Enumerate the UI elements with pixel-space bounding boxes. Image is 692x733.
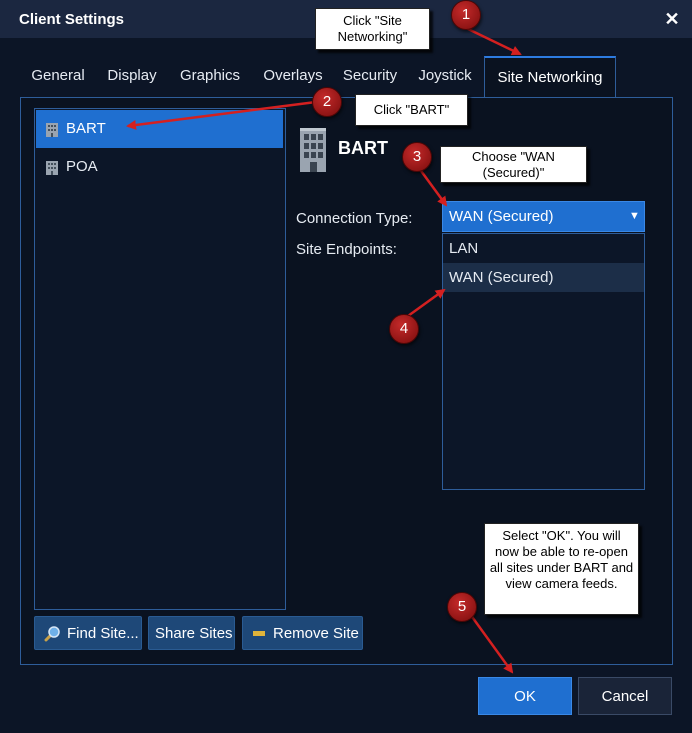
building-icon [46, 123, 58, 137]
minus-icon [253, 631, 265, 636]
cancel-button[interactable]: Cancel [578, 677, 672, 715]
connection-type-value: WAN (Secured) [449, 208, 554, 225]
magnifier-icon [44, 626, 60, 642]
close-icon[interactable]: ✕ [662, 9, 682, 29]
tab-joystick[interactable]: Joystick [406, 56, 484, 98]
step-badge-1: 1 [451, 0, 481, 30]
site-endpoints-label: Site Endpoints: [296, 241, 397, 258]
tab-bar: General Display Graphics Overlays Securi… [20, 56, 670, 99]
tab-security[interactable]: Security [334, 56, 406, 98]
connection-type-label: Connection Type: [296, 210, 413, 227]
tab-display[interactable]: Display [96, 56, 168, 98]
site-item-bart[interactable]: BART [36, 110, 283, 148]
callout-step-3: Choose "WAN (Secured)" [440, 146, 587, 183]
site-item-label: POA [66, 158, 98, 175]
window-title: Client Settings [19, 11, 125, 28]
building-icon [300, 128, 326, 172]
tab-site-networking[interactable]: Site Networking [484, 56, 616, 99]
site-item-label: BART [66, 120, 106, 137]
callout-step-1: Click "Site Networking" [315, 8, 430, 50]
tab-graphics[interactable]: Graphics [168, 56, 252, 98]
option-lan[interactable]: LAN [443, 234, 644, 263]
connection-type-dropdown: LAN WAN (Secured) [442, 233, 645, 490]
step-badge-3: 3 [402, 142, 432, 172]
option-wan-secured[interactable]: WAN (Secured) [443, 263, 644, 292]
tab-general[interactable]: General [20, 56, 96, 98]
step-badge-2: 2 [312, 87, 342, 117]
callout-step-5: Select "OK". You will now be able to re-… [484, 523, 639, 615]
remove-site-button[interactable]: Remove Site [242, 616, 363, 650]
step-badge-5: 5 [447, 592, 477, 622]
share-sites-label: Share Sites [155, 625, 233, 642]
ok-button[interactable]: OK [478, 677, 572, 715]
chevron-down-icon: ▼ [629, 210, 640, 222]
step-badge-4: 4 [389, 314, 419, 344]
share-sites-button[interactable]: Share Sites [148, 616, 235, 650]
site-item-poa[interactable]: POA [36, 148, 283, 186]
callout-step-2: Click "BART" [355, 94, 468, 126]
option-label: WAN (Secured) [449, 269, 554, 286]
building-icon [46, 161, 58, 175]
connection-type-select[interactable]: WAN (Secured) ▼ [442, 201, 645, 232]
find-site-button[interactable]: Find Site... [34, 616, 142, 650]
selected-site-name: BART [338, 138, 388, 158]
find-site-label: Find Site... [67, 625, 139, 642]
option-label: LAN [449, 240, 479, 257]
remove-site-label: Remove Site [273, 625, 359, 642]
